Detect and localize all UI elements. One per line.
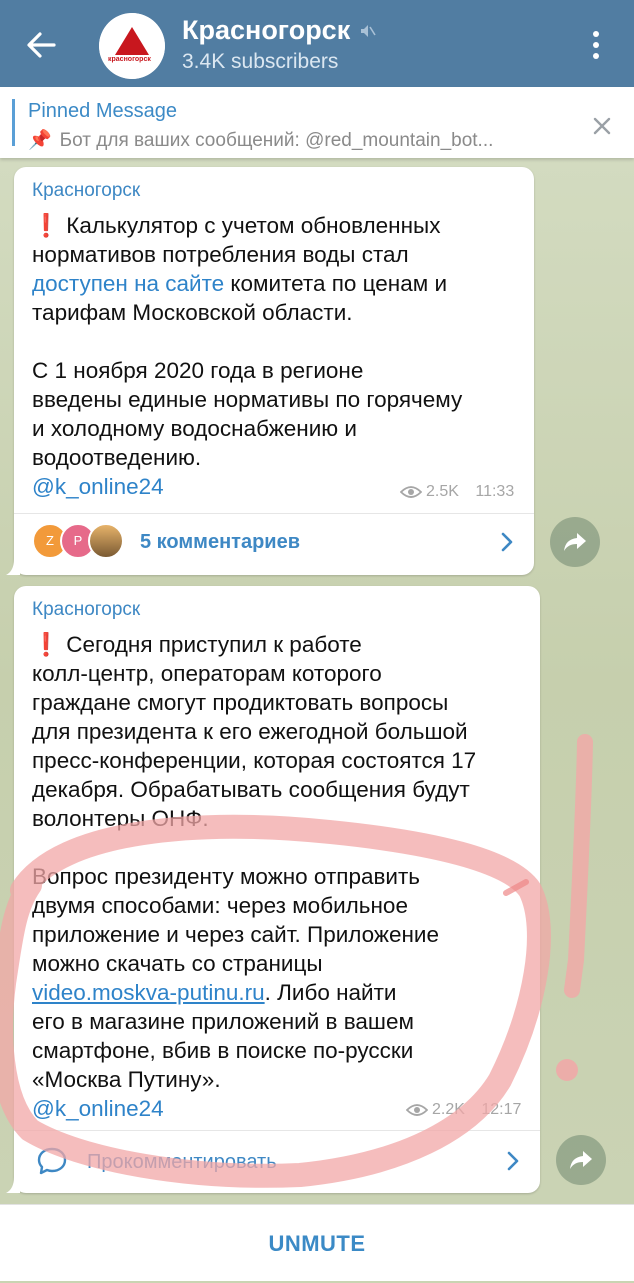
mention-link[interactable]: @k_online24: [32, 474, 164, 499]
message-link[interactable]: доступен на сайте: [32, 271, 224, 296]
message-text: ❗ Калькулятор с учетом обновленных норма…: [32, 211, 527, 501]
comments-divider: [14, 1130, 540, 1131]
comments-count-link[interactable]: 5 комментариев: [140, 531, 300, 554]
message-bubble[interactable]: Красногорск ❗ Сегодня приступил к работе…: [6, 586, 540, 1193]
pinned-preview-text: Бот для ваших сообщений: @red_mountain_b…: [59, 130, 494, 151]
comment-bubble-icon: [37, 1147, 67, 1175]
channel-avatar[interactable]: красногорск: [99, 13, 165, 79]
more-vert-icon[interactable]: [586, 28, 606, 62]
message-bubble[interactable]: Красногорск ❗ Калькулятор с учетом обнов…: [6, 167, 534, 575]
message-text-part: комитета по ценам и тарифам Московской о…: [32, 271, 463, 470]
eye-icon: [400, 485, 422, 498]
eye-icon: [406, 1103, 428, 1116]
bottom-bar: UNMUTE: [0, 1204, 634, 1281]
share-icon: [564, 533, 586, 551]
message-time: 12:17: [481, 1101, 522, 1118]
message-author[interactable]: Красногорск: [32, 180, 140, 202]
message-meta: 2.2K 12:17: [406, 1101, 521, 1119]
exclamation-icon: ❗: [32, 213, 61, 238]
pinned-preview: 📌 Бот для ваших сообщений: @red_mountain_…: [28, 128, 558, 152]
chevron-right-icon[interactable]: [500, 531, 514, 553]
message-text-part: Сегодня приступил к работе колл-центр, о…: [32, 632, 477, 976]
pinned-accent-bar: [12, 99, 15, 146]
message-meta: 2.5K 11:33: [400, 483, 514, 501]
subscriber-count: 3.4K subscribers: [182, 50, 339, 73]
pin-icon: 📌: [28, 130, 52, 151]
bubble-tail: [6, 559, 20, 575]
message-time: 11:33: [475, 483, 515, 500]
avatar-label: красногорск: [108, 56, 151, 63]
close-icon[interactable]: [590, 114, 614, 138]
message-link[interactable]: video.moskva-putinu.ru: [32, 980, 265, 1005]
mention-link[interactable]: @k_online24: [32, 1096, 164, 1121]
leave-comment-link[interactable]: Прокомментировать: [87, 1151, 277, 1174]
back-arrow-icon[interactable]: [24, 28, 58, 62]
message-text-part: Калькулятор с учетом обновленных нормати…: [32, 213, 441, 267]
exclamation-icon: ❗: [32, 632, 61, 657]
unmute-button[interactable]: UNMUTE: [0, 1205, 634, 1281]
pinned-title: Pinned Message: [28, 100, 177, 122]
share-button[interactable]: [550, 517, 600, 567]
chevron-right-icon[interactable]: [506, 1150, 520, 1172]
chat-header: красногорск Красногорск 3.4K subscribers: [0, 0, 634, 87]
message-text: ❗ Сегодня приступил к работе колл-центр,…: [32, 630, 537, 1123]
view-count: 2.2K: [432, 1101, 465, 1118]
bubble-tail: [6, 1177, 20, 1193]
share-icon: [570, 1151, 592, 1169]
pinned-message-bar[interactable]: Pinned Message 📌 Бот для ваших сообщений:…: [0, 87, 634, 158]
view-count: 2.5K: [426, 483, 459, 500]
channel-title[interactable]: Красногорск: [182, 15, 350, 46]
muted-icon: [361, 25, 376, 37]
channel-logo-icon: [99, 13, 165, 79]
message-author[interactable]: Красногорск: [32, 599, 140, 621]
share-button[interactable]: [556, 1135, 606, 1185]
comments-divider: [14, 513, 534, 514]
commenter-avatar: [88, 523, 124, 559]
